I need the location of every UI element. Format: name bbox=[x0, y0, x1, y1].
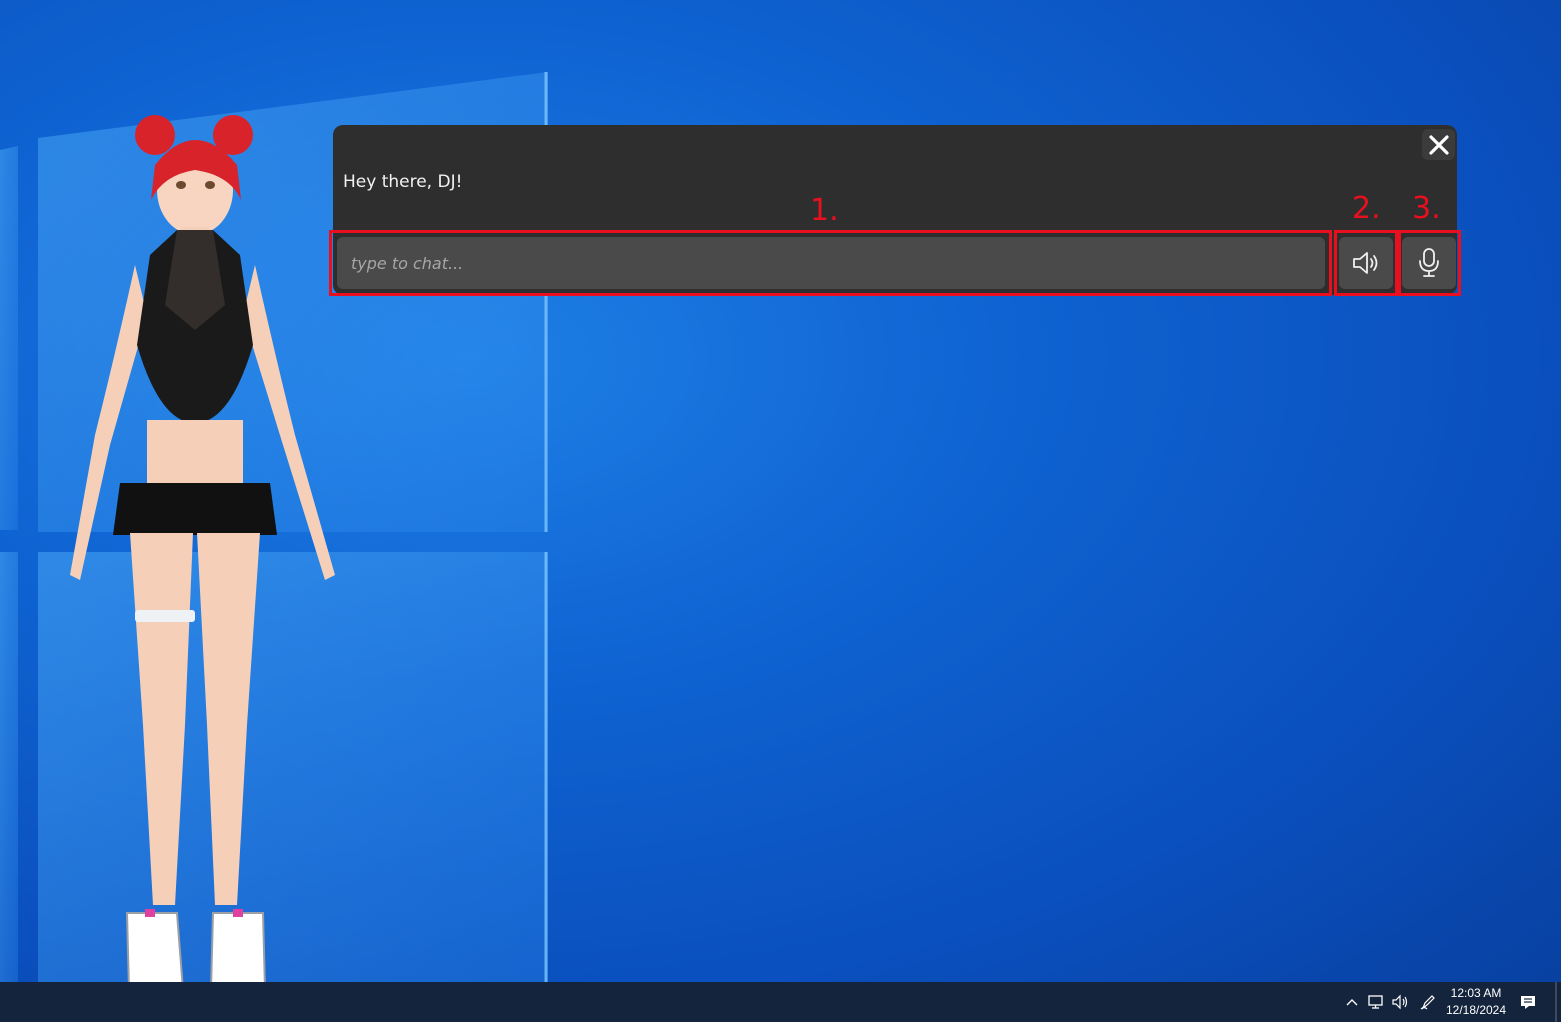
pen-icon[interactable] bbox=[1419, 993, 1437, 1011]
clock-date: 12/18/2024 bbox=[1445, 1003, 1507, 1017]
chevron-up-icon[interactable] bbox=[1343, 993, 1361, 1011]
speaker-button[interactable] bbox=[1339, 237, 1393, 289]
annotation-label-2: 2. bbox=[1352, 191, 1381, 226]
microphone-icon bbox=[1419, 248, 1439, 277]
chat-message: Hey there, DJ! bbox=[343, 172, 463, 192]
taskbar bbox=[0, 982, 1561, 1022]
avatar-character bbox=[70, 115, 335, 991]
volume-icon[interactable] bbox=[1391, 993, 1409, 1011]
show-desktop-button[interactable] bbox=[1555, 982, 1557, 1022]
chat-input[interactable] bbox=[337, 237, 1325, 289]
clock-time: 12:03 AM bbox=[1450, 986, 1502, 1000]
close-button[interactable] bbox=[1422, 129, 1455, 160]
speaker-icon bbox=[1353, 252, 1378, 274]
annotation-label-1: 1. bbox=[810, 193, 839, 228]
close-icon bbox=[1428, 134, 1449, 155]
taskbar-clock[interactable]: 12:03 AM 12/18/2024 bbox=[1440, 985, 1512, 1019]
notification-icon[interactable] bbox=[1519, 993, 1537, 1011]
annotation-label-3: 3. bbox=[1412, 191, 1441, 226]
network-icon[interactable] bbox=[1367, 993, 1385, 1011]
microphone-button[interactable] bbox=[1402, 237, 1456, 289]
